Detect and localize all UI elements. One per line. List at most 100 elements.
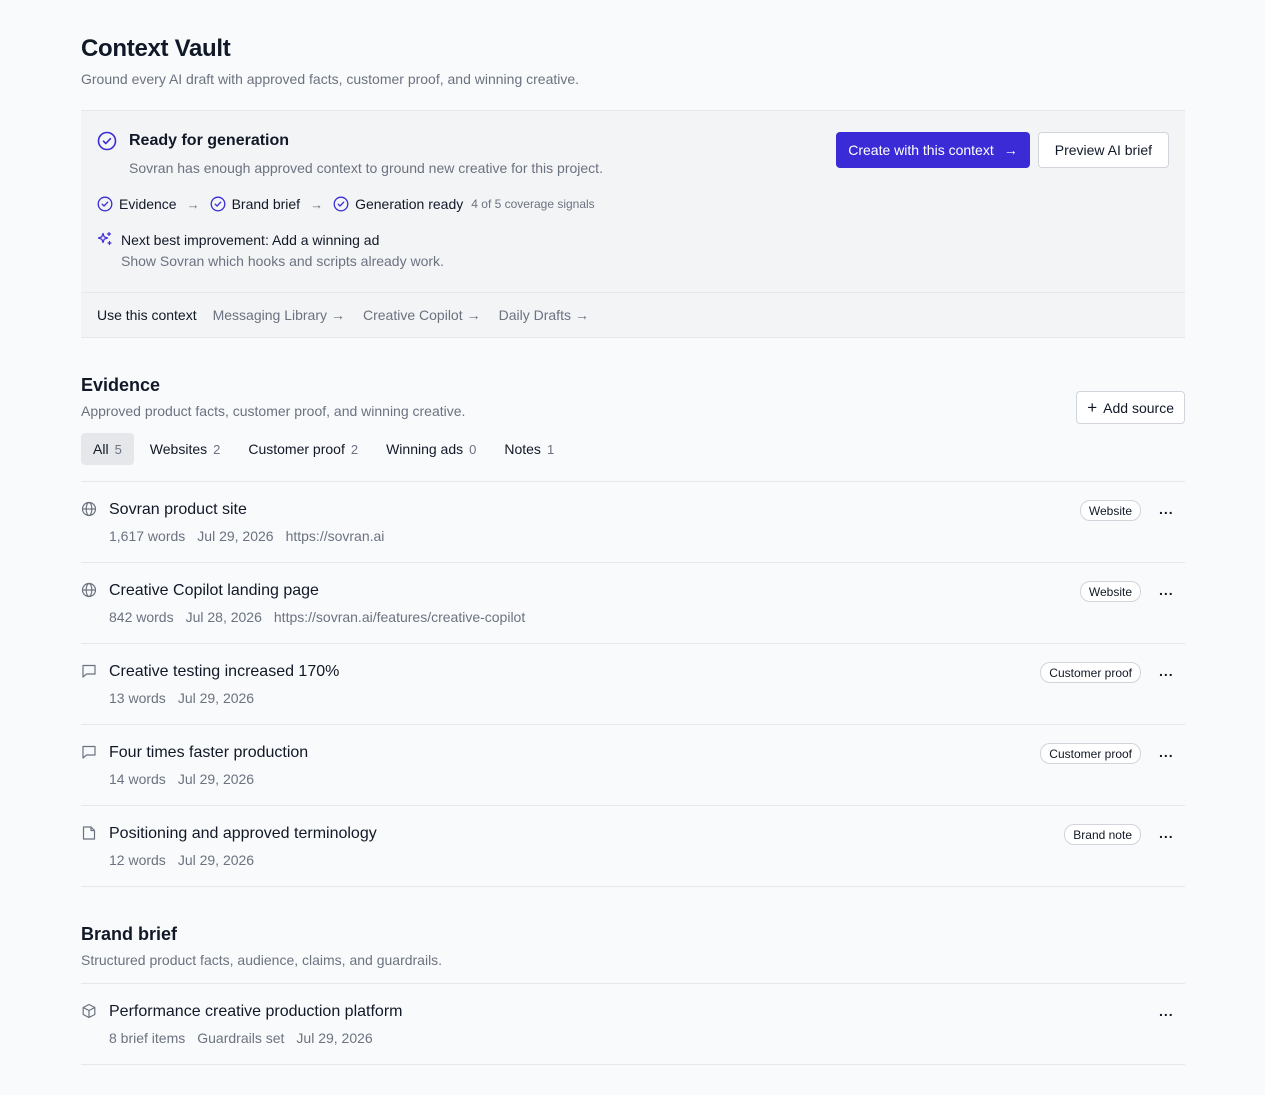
evidence-title: Evidence [81, 375, 161, 395]
evidence-row[interactable]: Sovran product site 1,617 words Jul 29, … [81, 482, 1185, 563]
status-title: Ready for generation [129, 132, 290, 149]
link-label: Messaging Library [212, 307, 327, 323]
sparkles-icon [97, 231, 113, 247]
tab-label: Notes [504, 441, 541, 457]
evidence-row[interactable]: Creative testing increased 170% 13 words… [81, 644, 1185, 725]
evidence-meta: 13 words Jul 29, 2026 [109, 690, 254, 706]
evidence-meta: 842 words Jul 28, 2026 https://sovran.ai… [109, 609, 525, 625]
tab-customer-proof[interactable]: Customer proof 2 [236, 433, 370, 465]
add-source-button[interactable]: + Add source [1076, 391, 1185, 424]
evidence-row[interactable]: Creative Copilot landing page 842 words … [81, 563, 1185, 644]
evidence-section: Evidence Approved product facts, custome… [81, 374, 1185, 887]
pipeline-step-evidence: Evidence [97, 196, 177, 212]
pipeline-step-label: Generation ready [355, 196, 464, 212]
guardrails-status: Guardrails set [197, 1030, 285, 1046]
message-icon [81, 744, 97, 760]
evidence-meta: 12 words Jul 29, 2026 [109, 852, 254, 868]
plus-icon: + [1087, 398, 1098, 417]
evidence-list: Sovran product site 1,617 words Jul 29, … [81, 481, 1185, 887]
type-badge: Brand note [1064, 824, 1141, 845]
evidence-row[interactable]: Four times faster production 14 words Ju… [81, 725, 1185, 806]
more-options-icon[interactable]: ... [1159, 664, 1177, 678]
tab-label: Winning ads [386, 441, 464, 457]
tab-count: 2 [350, 441, 359, 457]
evidence-title: Creative Copilot landing page [109, 582, 319, 599]
evidence-meta: 14 words Jul 29, 2026 [109, 771, 254, 787]
type-badge: Customer proof [1040, 743, 1141, 764]
pipeline-step-label: Brand brief [231, 196, 301, 212]
more-options-icon[interactable]: ... [1159, 745, 1177, 759]
link-daily-drafts[interactable]: Daily Drafts → [499, 307, 589, 323]
more-options-icon[interactable]: ... [1159, 502, 1177, 516]
brand-brief-list: Performance creative production platform… [81, 983, 1185, 1065]
improvement-title: Next best improvement: Add a winning ad [121, 232, 380, 248]
tab-count: 2 [213, 441, 221, 457]
coverage-signals: 4 of 5 coverage signals [471, 197, 595, 211]
date: Jul 29, 2026 [177, 690, 255, 706]
arrow-right-icon: → [1003, 142, 1018, 158]
check-circle-icon [97, 131, 117, 151]
link-label: Creative Copilot [363, 307, 463, 323]
pipeline-step-brand-brief: Brand brief [210, 196, 300, 212]
tab-winning-ads[interactable]: Winning ads 0 [374, 433, 488, 465]
brief-title: Performance creative production platform [109, 1003, 403, 1020]
word-count: 14 words [109, 771, 166, 787]
tab-count: 1 [546, 441, 555, 457]
preview-ai-brief-button[interactable]: Preview AI brief [1037, 132, 1169, 168]
more-options-icon[interactable]: ... [1159, 826, 1177, 840]
tab-notes[interactable]: Notes 1 [492, 433, 566, 465]
next-improvement: Next best improvement: Add a winning ad … [97, 231, 1169, 270]
brief-meta: 8 brief items Guardrails set Jul 29, 202… [109, 1030, 373, 1046]
tab-websites[interactable]: Websites 2 [138, 433, 233, 465]
brand-brief-subtitle: Structured product facts, audience, clai… [81, 952, 443, 968]
check-circle-icon [97, 196, 113, 212]
use-context-label: Use this context [97, 307, 197, 323]
brief-row[interactable]: Performance creative production platform… [81, 984, 1185, 1065]
readiness-pipeline: Evidence → Brand brief → Generation read… [97, 196, 1169, 212]
type-badge: Customer proof [1040, 662, 1141, 683]
tab-label: All [93, 441, 109, 457]
globe-icon [81, 582, 97, 598]
type-badge: Website [1079, 581, 1141, 602]
add-source-label: Add source [1103, 399, 1174, 416]
date: Jul 29, 2026 [296, 1030, 373, 1046]
brief-item-count: 8 brief items [109, 1030, 186, 1046]
tab-count: 0 [469, 441, 477, 457]
more-options-icon[interactable]: ... [1159, 1004, 1177, 1018]
word-count: 13 words [109, 690, 166, 706]
page-subtitle: Ground every AI draft with approved fact… [81, 71, 580, 87]
tab-count: 5 [114, 441, 122, 457]
check-circle-icon [333, 196, 349, 212]
note-icon [81, 825, 97, 841]
evidence-meta: 1,617 words Jul 29, 2026 https://sovran.… [109, 528, 384, 544]
improvement-description: Show Sovran which hooks and scripts alre… [121, 253, 444, 269]
evidence-title: Positioning and approved terminology [109, 825, 377, 842]
date: Jul 29, 2026 [177, 852, 255, 868]
link-label: Daily Drafts [498, 307, 571, 323]
evidence-tabs: All 5 Websites 2 Customer proof 2 Winning a… [81, 433, 1185, 465]
create-with-context-button[interactable]: Create with this context → [836, 132, 1030, 168]
date: Jul 29, 2026 [177, 771, 255, 787]
arrow-right-icon: → [466, 307, 481, 323]
source-url: https://sovran.ai [285, 528, 385, 544]
readiness-panel: Ready for generation Sovran has enough a… [81, 110, 1185, 338]
page-title: Context Vault [81, 35, 231, 62]
word-count: 1,617 words [109, 528, 186, 544]
context-vault-page: Context Vault Ground every AI draft with… [81, 34, 1185, 1065]
link-creative-copilot[interactable]: Creative Copilot → [363, 307, 481, 323]
evidence-row[interactable]: Positioning and approved terminology 12 … [81, 806, 1185, 887]
globe-icon [81, 501, 97, 517]
evidence-title: Four times faster production [109, 744, 309, 761]
evidence-title: Creative testing increased 170% [109, 663, 340, 680]
pipeline-step-label: Evidence [119, 196, 177, 212]
check-circle-icon [210, 196, 226, 212]
evidence-subtitle: Approved product facts, customer proof, … [81, 403, 466, 419]
source-url: https://sovran.ai/features/creative-copi… [273, 609, 526, 625]
tab-all[interactable]: All 5 [81, 433, 134, 465]
tab-label: Customer proof [248, 441, 345, 457]
word-count: 12 words [109, 852, 166, 868]
link-messaging-library[interactable]: Messaging Library → [213, 307, 345, 323]
arrow-right-icon: → [331, 307, 345, 323]
more-options-icon[interactable]: ... [1159, 583, 1177, 597]
use-context-row: Use this context Messaging Library → Crea… [81, 292, 1185, 337]
